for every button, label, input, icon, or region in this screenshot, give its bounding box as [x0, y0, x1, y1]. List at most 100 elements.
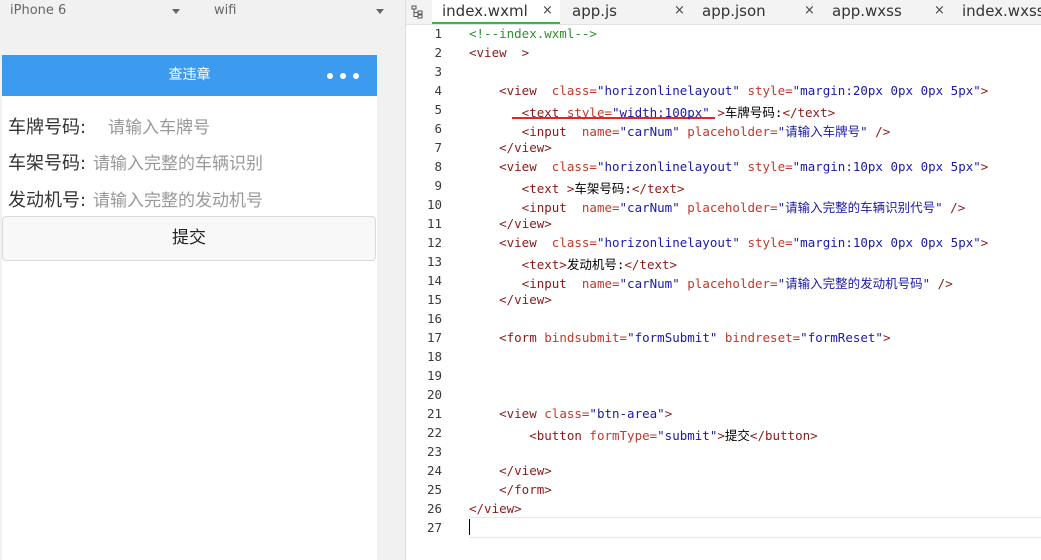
code-token: <view	[469, 159, 552, 174]
code-line: <text style="width:100px" >车牌号码:</text>	[469, 102, 835, 121]
code-line: <button formType="submit">提交</button>	[469, 425, 818, 444]
network-select[interactable]: wifi	[214, 0, 236, 24]
frame-input[interactable]: 请输入完整的车辆识别	[93, 151, 285, 177]
code-token: <view	[469, 235, 552, 250]
code-token: <form	[469, 330, 545, 345]
code-line: </view>	[469, 292, 552, 307]
code-line: <text>发动机号:</text>	[469, 254, 677, 273]
line-number: 4	[434, 83, 442, 98]
dot	[327, 73, 333, 79]
code-token: </button>	[749, 428, 818, 443]
tab-index-wxml[interactable]: index.wxml ×	[432, 0, 560, 24]
code-line: </view>	[469, 501, 522, 516]
navigation-bar: 查违章	[2, 55, 377, 96]
device-dropdown-icon[interactable]	[172, 9, 180, 14]
tab-label: index.wxss	[962, 2, 1041, 20]
network-dropdown-icon[interactable]	[376, 9, 384, 14]
line-number: 27	[426, 520, 442, 535]
code-token: <!--index.wxml-->	[469, 26, 597, 41]
code-line: <input name="carNum" placeholder="请输入车牌号…	[469, 121, 891, 140]
code-token: style=	[739, 235, 793, 250]
device-select[interactable]: iPhone 6	[10, 0, 66, 24]
code-token: >	[709, 105, 725, 120]
more-menu-icon[interactable]	[327, 73, 359, 79]
code-token: </view>	[469, 216, 552, 231]
code-token: class=	[551, 235, 597, 250]
code-token: "margin:10px 0px 0px 5px"	[792, 235, 981, 250]
code-token: "请输入车牌号"	[777, 124, 868, 139]
code-token: >	[980, 235, 989, 250]
dot	[353, 73, 359, 79]
tab-label: app.json	[702, 2, 766, 20]
code-token: class=	[544, 406, 590, 421]
code-token: </view>	[469, 501, 522, 516]
phone-screen: 查违章 车牌号码: 请输入车牌号 车架号码: 请输入完整的车辆识别 发动机号: …	[2, 55, 377, 560]
code-token: "carNum"	[619, 200, 680, 215]
code-line: <form bindsubmit="formSubmit" bindreset=…	[469, 330, 890, 345]
code-token: "请输入完整的车辆识别代号"	[777, 200, 943, 215]
tab-index-wxss[interactable]: index.wxss	[950, 0, 1041, 24]
code-token: "horizonlinelayout"	[596, 235, 740, 250]
close-icon[interactable]: ×	[804, 0, 815, 22]
close-icon[interactable]: ×	[674, 0, 685, 22]
code-token: <text	[469, 105, 567, 120]
line-number: 21	[426, 406, 442, 421]
code-token: "submit"	[657, 428, 718, 443]
line-number: 12	[426, 235, 442, 250]
code-token: bindsubmit=	[544, 330, 628, 345]
code-token: "formReset"	[800, 330, 883, 345]
code-token: class=	[551, 83, 597, 98]
close-icon[interactable]: ×	[934, 0, 945, 22]
line-number: 14	[426, 273, 442, 288]
code-token: </view>	[469, 463, 552, 478]
text-cursor	[469, 519, 470, 535]
tab-app-json[interactable]: app.json ×	[690, 0, 820, 24]
dot	[340, 73, 346, 79]
code-line: </view>	[469, 216, 552, 231]
code-token: <text>	[469, 257, 567, 272]
engine-input[interactable]: 请输入完整的发动机号	[93, 188, 285, 214]
code-token: class=	[551, 159, 597, 174]
code-token: </text>	[782, 105, 836, 120]
line-number: 18	[426, 349, 442, 364]
line-number: 13	[426, 254, 442, 269]
code-token: <view	[469, 83, 552, 98]
code-token: >	[980, 83, 989, 98]
code-token: <input	[469, 124, 582, 139]
code-token: <input	[469, 276, 582, 291]
code-token: </text>	[624, 257, 678, 272]
code-token: </text>	[631, 181, 685, 196]
code-line: <!--index.wxml-->	[469, 26, 597, 41]
tab-app-js[interactable]: app.js ×	[560, 0, 690, 24]
code-token: <button	[469, 428, 590, 443]
code-token: />	[942, 200, 966, 215]
file-tree-icon[interactable]	[411, 5, 425, 19]
code-token: </view>	[469, 140, 552, 155]
code-token: "carNum"	[619, 124, 680, 139]
code-token: bindreset=	[717, 330, 801, 345]
line-number: 17	[426, 330, 442, 345]
tab-label: app.wxss	[832, 2, 902, 20]
code-token: >	[980, 159, 989, 174]
submit-button[interactable]: 提交	[2, 216, 376, 261]
engine-label: 发动机号:	[8, 190, 87, 211]
code-token: "btn-area"	[589, 406, 665, 421]
tab-app-wxss[interactable]: app.wxss ×	[820, 0, 950, 24]
code-line: </view>	[469, 140, 552, 155]
line-number: 11	[426, 216, 442, 231]
editor-tab-bar: index.wxml × app.js × app.json × app.wxs…	[406, 0, 1041, 25]
line-number: 5	[434, 102, 442, 117]
form-row-frame: 车架号码: 请输入完整的车辆识别	[8, 151, 288, 177]
code-token: >	[664, 406, 673, 421]
plate-input[interactable]: 请输入车牌号	[108, 115, 373, 141]
code-area[interactable]: 1 <!--index.wxml--> 2 <view >3 4 <view class…	[406, 25, 1041, 560]
code-token: >	[717, 428, 725, 443]
code-token: />	[867, 124, 891, 139]
line-number: 1	[434, 26, 442, 41]
code-token: "horizonlinelayout"	[596, 83, 740, 98]
code-token: formType=	[589, 428, 658, 443]
code-line: <input name="carNum" placeholder="请输入完整的…	[469, 273, 953, 292]
nav-title: 查违章	[168, 67, 211, 83]
close-icon[interactable]: ×	[542, 0, 553, 22]
line-number: 2	[434, 45, 442, 60]
